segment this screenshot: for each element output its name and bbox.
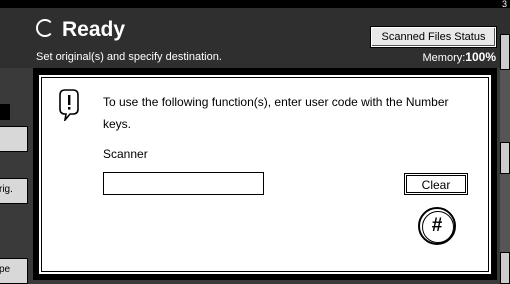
- hash-key-button[interactable]: #: [418, 207, 456, 245]
- sidebar-button-orig[interactable]: rig.: [0, 178, 28, 204]
- top-strip: [0, 0, 510, 8]
- user-code-field[interactable]: [103, 172, 264, 195]
- sidebar-marker: [0, 104, 10, 120]
- right-tab-3[interactable]: [500, 252, 510, 284]
- user-code-dialog: To use the following function(s), enter …: [33, 68, 497, 280]
- status-title: Ready: [36, 18, 125, 42]
- sidebar-label-type: pe: [0, 264, 11, 275]
- sidebar-button-type[interactable]: pe: [0, 258, 28, 284]
- memory-value: 100%: [465, 50, 496, 64]
- status-instruction: Set original(s) and specify destination.: [36, 51, 222, 63]
- hash-key-label: #: [431, 215, 443, 236]
- function-label: Scanner: [103, 147, 148, 161]
- right-tab-2[interactable]: [500, 142, 510, 174]
- scanned-files-status-button[interactable]: Scanned Files Status: [371, 27, 496, 47]
- ready-icon: [36, 19, 54, 37]
- status-title-text: Ready: [62, 18, 126, 41]
- right-tab-1[interactable]: [500, 34, 510, 70]
- alert-icon: [59, 89, 79, 121]
- sidebar-label-orig: rig.: [0, 184, 13, 195]
- memory-label: Memory:: [422, 52, 466, 64]
- memory-indicator: Memory:100%: [423, 50, 496, 65]
- left-sidebar: [0, 68, 34, 283]
- dialog-body: To use the following function(s), enter …: [38, 74, 492, 275]
- clear-button[interactable]: Clear: [404, 173, 468, 195]
- sidebar-button-1[interactable]: [0, 126, 28, 152]
- dialog-message: To use the following function(s), enter …: [103, 95, 449, 131]
